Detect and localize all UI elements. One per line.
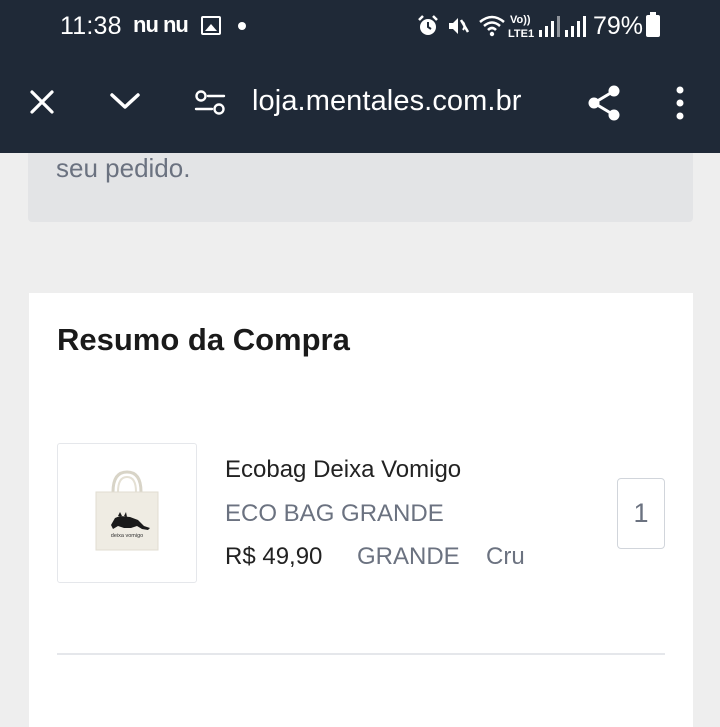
order-notice: seu pedido.	[28, 153, 693, 222]
svg-text:Vo)): Vo))	[510, 14, 531, 26]
product-color: Cru	[486, 543, 525, 570]
share-icon[interactable]	[586, 84, 622, 122]
product-variant: ECO BAG GRANDE	[225, 500, 444, 527]
more-options-icon[interactable]	[672, 86, 688, 120]
status-bar: 11:38 nu nu Vo)) LTE1 79%	[0, 0, 720, 54]
notification-icons: nu nu	[133, 12, 189, 37]
site-settings-icon[interactable]	[194, 89, 226, 117]
divider	[57, 653, 665, 655]
gallery-icon	[201, 16, 221, 35]
summary-title: Resumo da Compra	[57, 322, 350, 357]
purchase-summary: Resumo da Compra deixa vomigo Ecobag Dei…	[29, 293, 693, 727]
alarm-icon	[418, 15, 438, 35]
url-bar[interactable]: loja.mentales.com.br	[252, 85, 522, 118]
network-label: LTE1	[508, 28, 534, 40]
battery-icon	[646, 12, 660, 37]
signal-icon-1	[539, 16, 560, 37]
mute-icon	[449, 18, 470, 34]
status-time: 11:38	[60, 12, 122, 40]
wifi-icon	[479, 15, 505, 37]
close-icon[interactable]	[28, 88, 56, 116]
product-image[interactable]: deixa vomigo	[57, 443, 197, 583]
tote-bag-image: deixa vomigo	[95, 470, 159, 551]
notice-text: seu pedido.	[56, 153, 191, 183]
browser-toolbar: loja.mentales.com.br	[0, 54, 720, 153]
product-size: GRANDE	[357, 543, 460, 570]
chevron-down-icon[interactable]	[108, 90, 142, 112]
signal-icon-2	[565, 16, 586, 37]
product-price: R$ 49,90	[225, 543, 323, 570]
product-name[interactable]: Ecobag Deixa Vomigo	[225, 456, 461, 484]
volte-icon: Vo)) LTE1	[508, 14, 534, 40]
tote-bag-caption: deixa vomigo	[111, 533, 143, 539]
quantity-field[interactable]: 1	[617, 478, 665, 549]
battery-percentage: 79%	[593, 12, 644, 40]
more-notifications-icon	[238, 22, 246, 30]
